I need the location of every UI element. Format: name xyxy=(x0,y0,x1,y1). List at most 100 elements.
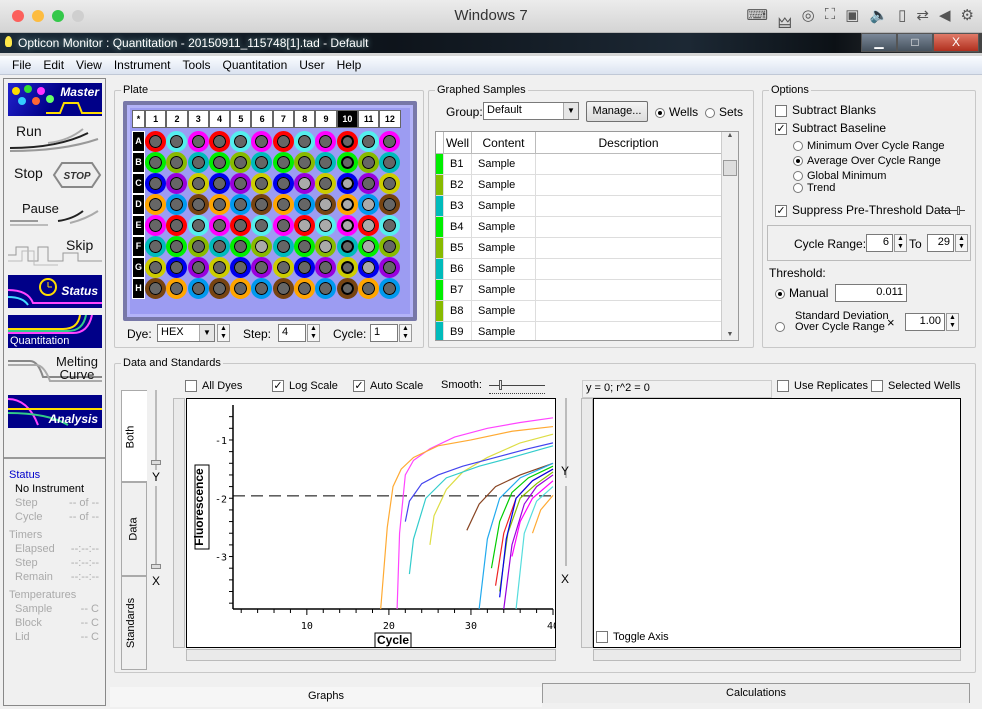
plate-well[interactable] xyxy=(357,278,379,299)
nav-master-button[interactable]: Master xyxy=(8,83,102,116)
plate-well[interactable] xyxy=(208,215,230,236)
plate-well[interactable] xyxy=(294,131,316,152)
nav-status-button[interactable]: Status xyxy=(8,275,102,308)
table-row[interactable]: B7 Sample xyxy=(436,280,738,301)
plate-well[interactable] xyxy=(251,131,273,152)
selected-wells-checkbox[interactable]: Selected Wells xyxy=(871,380,961,393)
menu-help[interactable]: Help xyxy=(331,56,368,74)
y-slider-thumb[interactable] xyxy=(151,460,161,465)
plate-well[interactable] xyxy=(251,173,273,194)
stddev-multiplier-input[interactable]: 1.00 xyxy=(905,313,945,331)
plate-well[interactable] xyxy=(379,131,401,152)
tab-data[interactable]: Data xyxy=(121,482,147,576)
all-dyes-checkbox[interactable]: All Dyes xyxy=(185,380,242,393)
plate-column-header[interactable]: 6 xyxy=(251,110,273,128)
plate-well[interactable] xyxy=(187,152,209,173)
std-x-slider[interactable] xyxy=(565,486,567,566)
chart-hscroll[interactable] xyxy=(186,649,556,661)
plate-well[interactable] xyxy=(294,236,316,257)
table-row[interactable]: B4 Sample xyxy=(436,217,738,238)
plate-well[interactable] xyxy=(379,194,401,215)
suppress-slider[interactable] xyxy=(937,206,965,215)
plate-well[interactable] xyxy=(208,131,230,152)
dye-spinner[interactable]: ▲ ▼ xyxy=(217,324,230,342)
sets-radio[interactable]: Sets xyxy=(705,105,743,119)
suppress-box[interactable]: ✓ xyxy=(775,204,787,217)
plate-well[interactable] xyxy=(187,173,209,194)
manual-radio-dot[interactable] xyxy=(775,288,785,299)
plate-well[interactable] xyxy=(145,173,166,194)
use-replicates-checkbox[interactable]: Use Replicates xyxy=(777,380,868,393)
plate-well[interactable] xyxy=(166,215,188,236)
plate-well[interactable] xyxy=(251,278,273,299)
table-row[interactable]: B1 Sample xyxy=(436,154,738,175)
plate-well[interactable] xyxy=(315,236,337,257)
x-slider-thumb[interactable] xyxy=(151,564,161,569)
plate-column-header[interactable]: 2 xyxy=(166,110,188,128)
manual-threshold-input[interactable]: 0.011 xyxy=(835,284,907,302)
auto-scale-checkbox[interactable]: ✓ Auto Scale xyxy=(353,380,423,393)
plate-well[interactable] xyxy=(230,194,252,215)
table-row[interactable]: B6 Sample xyxy=(436,259,738,280)
content-col-header[interactable]: Content xyxy=(472,132,536,153)
toggle-axis-checkbox[interactable]: Toggle Axis xyxy=(596,631,669,644)
plate-well[interactable] xyxy=(315,131,337,152)
plate-well[interactable] xyxy=(379,257,401,278)
tab-graphs[interactable]: Graphs xyxy=(110,687,542,707)
plate-row-header[interactable]: G xyxy=(132,257,145,278)
nav-melting-curve-button[interactable]: Melting Curve xyxy=(8,355,102,388)
plate-well[interactable] xyxy=(294,152,316,173)
plate-well[interactable] xyxy=(315,152,337,173)
plate-well[interactable] xyxy=(251,152,273,173)
well-col-header[interactable]: Well xyxy=(444,132,472,153)
scroll-down-icon[interactable]: ▼ xyxy=(722,331,738,338)
plate-column-header[interactable]: 8 xyxy=(294,110,316,128)
plate-well[interactable] xyxy=(336,173,358,194)
plate-well[interactable] xyxy=(145,236,166,257)
plate-well[interactable] xyxy=(251,236,273,257)
table-row[interactable]: B8 Sample xyxy=(436,301,738,322)
plate-well[interactable] xyxy=(379,173,401,194)
plate-row-header[interactable]: A xyxy=(132,131,145,152)
auto-scale-box[interactable]: ✓ xyxy=(353,380,365,393)
nav-analysis-button[interactable]: Analysis xyxy=(8,395,102,428)
table-row[interactable]: B9 Sample xyxy=(436,322,738,340)
subtract-baseline-checkbox[interactable]: ✓ Subtract Baseline xyxy=(775,121,886,135)
plate-well[interactable] xyxy=(336,152,358,173)
sets-radio-dot[interactable] xyxy=(705,107,715,118)
menu-view[interactable]: View xyxy=(70,56,108,74)
plate-well[interactable] xyxy=(272,278,294,299)
plate-well[interactable] xyxy=(208,173,230,194)
menu-instrument[interactable]: Instrument xyxy=(108,56,177,74)
plate-well[interactable] xyxy=(357,131,379,152)
dye-select[interactable]: HEX ▼ xyxy=(157,324,215,342)
plate-well[interactable] xyxy=(336,215,358,236)
plate-well[interactable] xyxy=(294,257,316,278)
menu-quantitation[interactable]: Quantitation xyxy=(217,56,294,74)
manage-button[interactable]: Manage... xyxy=(586,101,648,122)
plate-well[interactable] xyxy=(357,152,379,173)
y-axis-slider[interactable] xyxy=(155,390,157,470)
wells-radio[interactable]: Wells xyxy=(655,105,698,119)
cycle-to-input[interactable]: 29 xyxy=(927,234,954,252)
plate-column-header[interactable]: 7 xyxy=(272,110,295,128)
plate-well[interactable] xyxy=(145,131,166,152)
plate-well[interactable] xyxy=(208,194,230,215)
plate-well[interactable] xyxy=(145,194,166,215)
plate-well[interactable] xyxy=(208,257,230,278)
plate-well[interactable] xyxy=(315,173,337,194)
plate-well[interactable] xyxy=(336,131,358,152)
cycle-from-input[interactable]: 6 xyxy=(866,234,893,252)
maximize-button[interactable]: □ xyxy=(897,33,933,52)
plate-well[interactable] xyxy=(145,278,166,299)
tab-calculations[interactable]: Calculations xyxy=(542,683,970,703)
plate-well[interactable] xyxy=(208,278,230,299)
plate-well[interactable] xyxy=(187,215,209,236)
baseline-global-dot[interactable] xyxy=(793,171,803,182)
scroll-up-icon[interactable]: ▲ xyxy=(722,132,738,139)
plate-well[interactable] xyxy=(379,236,401,257)
plate-well[interactable] xyxy=(251,257,273,278)
plate-well[interactable] xyxy=(272,152,294,173)
baseline-min-dot[interactable] xyxy=(793,141,803,152)
plate-well[interactable] xyxy=(272,236,294,257)
